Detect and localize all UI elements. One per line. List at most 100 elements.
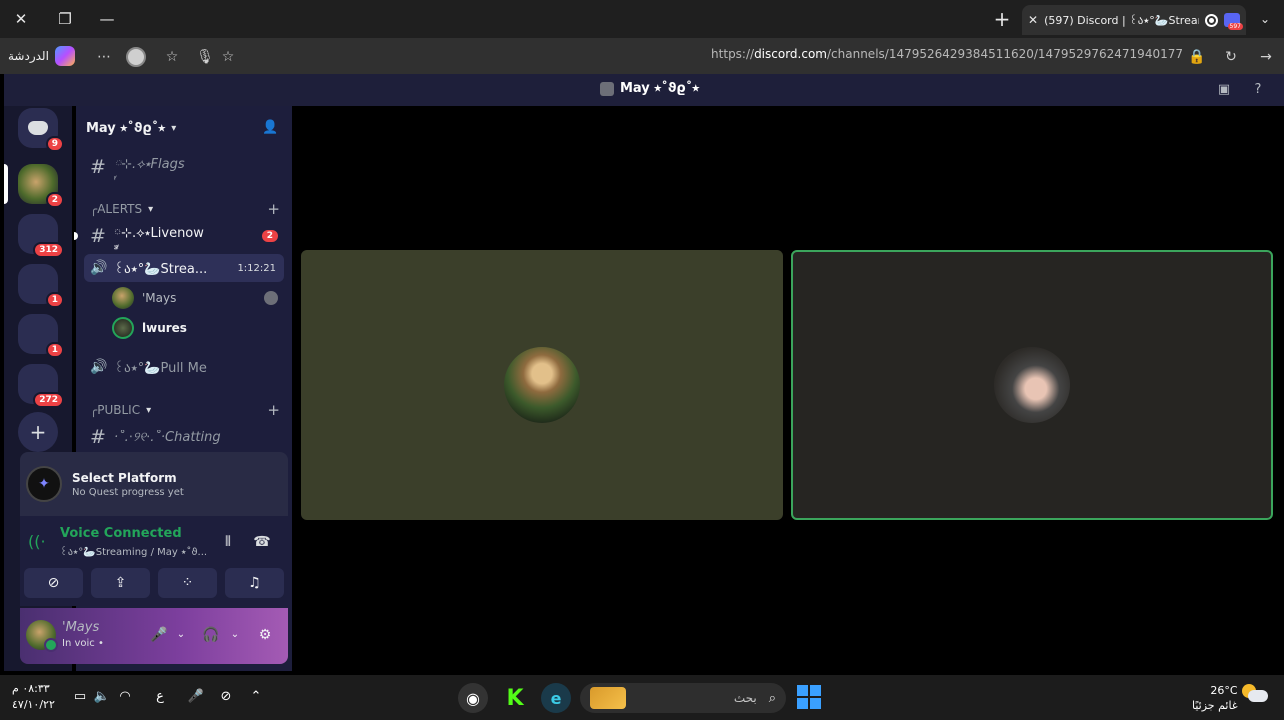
guild-header[interactable]: May ⭑˚ϑϱ˚⭑ ▾ bbox=[76, 106, 292, 150]
wifi-icon[interactable]: ◠ bbox=[115, 687, 135, 707]
kick-app-icon[interactable]: K bbox=[500, 683, 530, 713]
channel-livenow[interactable]: # ◌࿆⊹.⟡⭑Livenow 2 bbox=[84, 222, 284, 250]
microphone-icon[interactable]: 🎤 bbox=[150, 626, 168, 644]
meet-now-off-icon[interactable]: ⊘ bbox=[216, 687, 236, 707]
activities-button[interactable]: ⁘ bbox=[158, 568, 217, 598]
disconnect-icon[interactable]: ☎ bbox=[252, 532, 272, 552]
call-duration: 1:12:21 bbox=[237, 262, 276, 274]
participant-avatar bbox=[504, 347, 580, 423]
weather-widget[interactable]: 26°C غائم جزئيًا bbox=[1192, 683, 1238, 713]
user-avatar[interactable] bbox=[26, 620, 58, 652]
restore-window-icon[interactable]: ❐ bbox=[52, 7, 78, 31]
settings-gear-icon[interactable]: ⚙ bbox=[256, 626, 274, 644]
server-avatar-icon bbox=[600, 81, 614, 96]
voice-channel-streaming[interactable]: 🔊 ꒰ა⭑°🦢Strea... 1:12:21 bbox=[84, 254, 284, 282]
chevron-down-icon: ▾ bbox=[148, 203, 154, 215]
windows-start-icon[interactable] bbox=[797, 685, 821, 709]
profile-avatar[interactable] bbox=[126, 47, 146, 67]
speaker-icon: 🔊 bbox=[90, 260, 108, 276]
add-channel-icon[interactable]: + bbox=[267, 401, 280, 419]
edge-browser-icon[interactable]: e bbox=[541, 683, 571, 713]
volume-icon[interactable]: 🔈 bbox=[92, 687, 112, 707]
voice-channel-pullme[interactable]: 🔊 ꒰ა⭑°🦢Pull Me bbox=[84, 353, 284, 381]
quest-compass-icon: ✦ bbox=[26, 466, 62, 502]
search-icon: ⌕ bbox=[768, 690, 776, 706]
category-public[interactable]: ╭PUBLIC ▾ + bbox=[90, 401, 280, 419]
help-icon[interactable]: ? bbox=[1250, 82, 1266, 98]
chat-label: الدردشة bbox=[8, 49, 49, 63]
taskbar-search[interactable]: بحث ⌕ bbox=[580, 683, 786, 713]
voice-channel-path[interactable]: ꒰ა⭑°🦢Streaming / May ⭑˚ϑ... bbox=[60, 545, 207, 558]
selected-server-pill bbox=[4, 164, 8, 204]
url-field[interactable]: https://discord.com/channels/14795264293… bbox=[600, 47, 1183, 61]
inbox-icon[interactable]: ▣ bbox=[1216, 82, 1232, 98]
read-aloud-icon[interactable]: 🎙 bbox=[195, 47, 215, 67]
server-icon-3[interactable]: 1 bbox=[18, 314, 64, 358]
close-tab-icon[interactable]: ✕ bbox=[1028, 13, 1038, 27]
category-alerts[interactable]: ╭ALERTS ▾ + bbox=[90, 200, 280, 218]
headphones-icon[interactable]: 🎧 bbox=[202, 626, 220, 644]
user-name[interactable]: 'Mays bbox=[62, 620, 99, 635]
signal-icon[interactable]: ((· bbox=[28, 532, 46, 551]
discord-favicon-icon: 597 bbox=[1224, 13, 1243, 30]
voice-user-mays[interactable]: 'Mays bbox=[112, 285, 278, 311]
tab-list-chevron-icon[interactable]: ⌄ bbox=[1254, 8, 1276, 30]
more-options-icon[interactable]: ⋯ bbox=[94, 47, 114, 67]
window-title: May ⭑˚ϑϱ˚⭑ bbox=[600, 81, 699, 96]
server-icon-1[interactable]: 2 bbox=[18, 164, 64, 208]
quest-subtitle: No Quest progress yet bbox=[72, 486, 184, 498]
server-folder-1[interactable]: 312 bbox=[18, 214, 64, 258]
noise-suppression-icon[interactable]: ⦀ bbox=[218, 532, 238, 552]
chevron-down-icon[interactable]: ⌄ bbox=[172, 626, 190, 644]
add-channel-icon[interactable]: + bbox=[267, 200, 280, 218]
voice-user-lwures[interactable]: lwures bbox=[112, 315, 278, 341]
clock[interactable]: ٠٨:٣٣ م ٤٧/١٠/٢٢ bbox=[12, 681, 55, 713]
browser-tab-discord[interactable]: ✕ (597) Discord | ꒰ა⭑°🦢Streaming 597 bbox=[1022, 5, 1246, 35]
language-indicator[interactable]: ع bbox=[150, 687, 170, 707]
avatar bbox=[112, 287, 134, 309]
battery-icon[interactable]: ▭ bbox=[70, 687, 90, 707]
camera-off-button[interactable]: ⊘ bbox=[24, 568, 83, 598]
chevron-down-icon: ▾ bbox=[171, 122, 177, 134]
recording-icon bbox=[1205, 13, 1218, 27]
microphone-in-use-icon[interactable]: 🎤 bbox=[186, 687, 206, 707]
partly-cloudy-icon[interactable] bbox=[1242, 684, 1268, 706]
participant-avatar bbox=[994, 347, 1070, 423]
add-favorite-star-icon[interactable]: ☆ bbox=[218, 47, 238, 67]
close-window-icon[interactable]: ✕ bbox=[8, 7, 34, 31]
discord-topbar: May ⭑˚ϑϱ˚⭑ ▣ ? bbox=[4, 74, 1284, 106]
server-folder-3[interactable]: 272 bbox=[18, 364, 64, 408]
windows-taskbar: ٠٨:٣٣ م ٤٧/١٠/٢٢ ▭ 🔈 ◠ ع 🎤 ⊘ ⌃ ◉ K e بحث… bbox=[0, 675, 1284, 720]
quest-card[interactable]: ✦ Select Platform No Quest progress yet bbox=[20, 452, 288, 516]
refresh-icon[interactable]: ↻ bbox=[1221, 47, 1241, 67]
server-folder-2[interactable]: 1 bbox=[18, 264, 64, 308]
direct-messages-button[interactable]: 9 bbox=[18, 108, 64, 152]
copilot-chat-button[interactable]: الدردشة bbox=[8, 44, 75, 68]
hash-icon: # bbox=[90, 426, 106, 448]
voice-status-title[interactable]: Voice Connected bbox=[60, 526, 182, 541]
channel-flags[interactable]: # ◌࿆⊹.⟡⭑Flags bbox=[84, 153, 284, 181]
avatar bbox=[112, 317, 134, 339]
copilot-icon bbox=[54, 46, 75, 66]
mention-badge: 2 bbox=[261, 230, 278, 242]
video-tile-mays[interactable] bbox=[301, 250, 783, 520]
discord-app: May ⭑˚ϑϱ˚⭑ ▣ ? 9 2 312 1 1 272 + May ⭑˚ϑ… bbox=[4, 74, 1284, 671]
favorites-icon[interactable]: ☆ bbox=[162, 47, 182, 67]
browser-titlebar: ✕ ❐ — + ✕ (597) Discord | ꒰ა⭑°🦢Streaming… bbox=[0, 0, 1284, 38]
screen-share-button[interactable]: ⇪ bbox=[91, 568, 150, 598]
channel-chatting[interactable]: # ·˚.⋅୨୧⋅.˚·Chatting bbox=[84, 423, 284, 451]
chevron-down-icon[interactable]: ⌄ bbox=[226, 626, 244, 644]
add-server-button[interactable]: + bbox=[18, 412, 58, 452]
site-lock-icon[interactable]: 🔒 bbox=[1187, 47, 1207, 67]
hash-icon: # bbox=[90, 225, 106, 247]
video-tile-lwures[interactable] bbox=[791, 250, 1273, 520]
invite-people-icon[interactable]: 👤 bbox=[262, 120, 278, 136]
minimize-window-icon[interactable]: — bbox=[94, 7, 120, 31]
new-tab-icon[interactable]: + bbox=[990, 7, 1014, 31]
soundboard-button[interactable]: ♫ bbox=[225, 568, 284, 598]
chevron-up-icon[interactable]: ⌃ bbox=[246, 687, 266, 707]
status-icon bbox=[264, 291, 278, 305]
forward-icon[interactable]: → bbox=[1256, 47, 1276, 67]
obs-app-icon[interactable]: ◉ bbox=[458, 683, 488, 713]
speaker-icon: 🔊 bbox=[90, 359, 108, 375]
